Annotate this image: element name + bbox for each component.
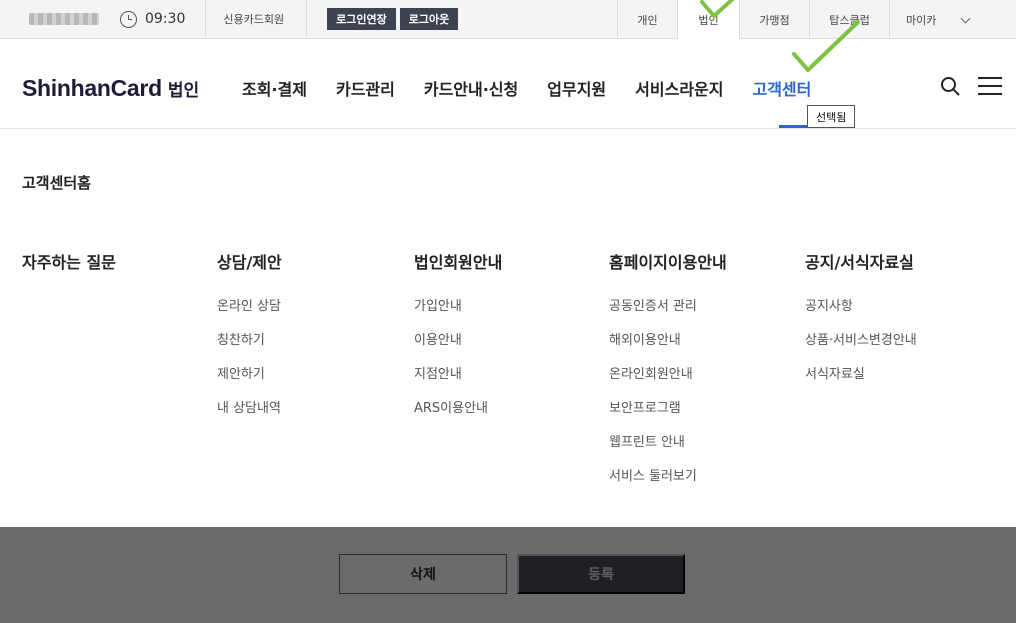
extend-login-button[interactable]: 로그인연장 <box>327 8 396 30</box>
logo-text: ShinhanCard <box>22 75 162 101</box>
clock-icon <box>120 10 137 28</box>
customer-center-mega-menu: 고객센터홈 자주하는 질문 상담/제안 온라인 상담 칭찬하기 제안하기 내 상… <box>0 129 1016 527</box>
nav-item-card-guide[interactable]: 카드안내·신청 <box>424 76 518 100</box>
chevron-down-icon <box>960 13 971 24</box>
menu-column-notices-forms: 공지/서식자료실 공지사항 상품·서비스변경안내 서식자료실 <box>805 249 917 397</box>
nav-item-business-support[interactable]: 업무지원 <box>547 76 606 100</box>
menu-column-title[interactable]: 공지/서식자료실 <box>805 249 917 273</box>
tab-tops-club[interactable]: 탑스클럽 <box>809 0 889 39</box>
menu-link[interactable]: 지점안내 <box>414 363 502 397</box>
utility-bar: 09:30 신용카드회원 로그인연장 로그아웃 개인 법인 가맹점 탑스클럽 마… <box>0 0 1016 40</box>
register-button[interactable]: 등록 <box>517 554 685 594</box>
menu-link[interactable]: 공동인증서 관리 <box>609 295 727 329</box>
menu-link[interactable]: 제안하기 <box>217 363 282 397</box>
menu-link[interactable]: ARS이용안내 <box>414 397 502 431</box>
tab-corporate[interactable]: 법인 <box>677 0 739 40</box>
nav-item-customer-center[interactable]: 고객센터 <box>752 76 811 100</box>
tab-personal[interactable]: 개인 <box>617 0 677 39</box>
my-menu-dropdown[interactable]: 마이카 <box>889 0 999 39</box>
session-time: 09:30 <box>145 11 186 27</box>
menu-link[interactable]: 상품·서비스변경안내 <box>805 329 917 363</box>
menu-column-consulting: 상담/제안 온라인 상담 칭찬하기 제안하기 내 상담내역 <box>217 249 282 431</box>
my-menu-label: 마이카 <box>906 13 937 27</box>
membership-type: 신용카드회원 <box>223 13 285 26</box>
main-header: ShinhanCard 법인 조회·결제 카드관리 카드안내·신청 업무지원 서… <box>0 39 1016 129</box>
masked-user-name <box>29 13 99 25</box>
menu-link[interactable]: 온라인 상담 <box>217 295 282 329</box>
delete-button[interactable]: 삭제 <box>339 554 507 594</box>
menu-column-corporate-member: 법인회원안내 가입안내 이용안내 지점안내 ARS이용안내 <box>414 249 502 431</box>
site-tabs: 개인 법인 가맹점 탑스클럽 마이카 <box>617 0 999 40</box>
dimmed-overlay: 삭제 등록 <box>0 527 1016 623</box>
logo[interactable]: ShinhanCard 법인 <box>22 75 199 102</box>
menu-column-faq: 자주하는 질문 <box>22 249 116 295</box>
customer-center-home-link[interactable]: 고객센터홈 <box>22 172 91 193</box>
menu-link[interactable]: 칭찬하기 <box>217 329 282 363</box>
nav-item-inquiry-payment[interactable]: 조회·결제 <box>242 76 307 100</box>
divider <box>205 0 207 39</box>
menu-column-homepage-guide: 홈페이지이용안내 공동인증서 관리 해외이용안내 온라인회원안내 보안프로그램 … <box>609 249 727 499</box>
menu-column-title[interactable]: 법인회원안내 <box>414 249 502 273</box>
divider <box>306 0 308 39</box>
menu-column-title[interactable]: 자주하는 질문 <box>22 249 116 273</box>
menu-link[interactable]: 이용안내 <box>414 329 502 363</box>
menu-column-title[interactable]: 상담/제안 <box>217 249 282 273</box>
main-nav: 조회·결제 카드관리 카드안내·신청 업무지원 서비스라운지 고객센터 <box>242 76 840 100</box>
menu-link[interactable]: 공지사항 <box>805 295 917 329</box>
menu-link[interactable]: 온라인회원안내 <box>609 363 727 397</box>
hamburger-menu-icon[interactable] <box>978 77 1002 95</box>
menu-link[interactable]: 웹프린트 안내 <box>609 431 727 465</box>
menu-link[interactable]: 내 상담내역 <box>217 397 282 431</box>
menu-link[interactable]: 서식자료실 <box>805 363 917 397</box>
logo-sub-text: 법인 <box>167 81 200 101</box>
menu-column-title[interactable]: 홈페이지이용안내 <box>609 249 727 273</box>
menu-link[interactable]: 해외이용안내 <box>609 329 727 363</box>
selected-tooltip: 선택됨 <box>807 105 856 128</box>
logout-button[interactable]: 로그아웃 <box>399 8 459 30</box>
menu-link[interactable]: 보안프로그램 <box>609 397 727 431</box>
tab-merchant[interactable]: 가맹점 <box>739 0 809 39</box>
nav-item-card-management[interactable]: 카드관리 <box>336 76 395 100</box>
menu-link[interactable]: 가입안내 <box>414 295 502 329</box>
nav-item-service-lounge[interactable]: 서비스라운지 <box>635 76 723 100</box>
search-icon[interactable] <box>940 76 960 96</box>
menu-link[interactable]: 서비스 둘러보기 <box>609 465 727 499</box>
